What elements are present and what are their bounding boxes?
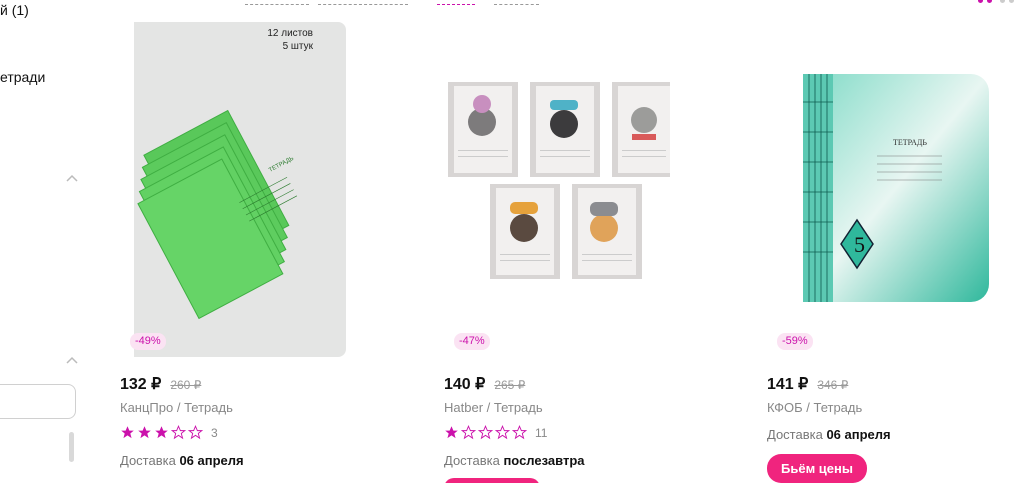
delivery-info: Доставка послезавтра <box>444 453 585 468</box>
discount-badge: -59% <box>777 333 813 350</box>
current-price: 132 ₽ <box>120 376 162 393</box>
old-price: 346 ₽ <box>817 378 849 392</box>
svg-text:5: 5 <box>854 232 865 257</box>
star-empty-icon <box>188 425 203 440</box>
brand-name[interactable]: КФОБ / Тетрадь <box>767 400 862 415</box>
image-caption-2: 5 штук <box>283 41 314 52</box>
product-image[interactable]: 5 ТЕТРАДЬ <box>767 22 993 357</box>
current-price: 140 ₽ <box>444 376 486 393</box>
star-empty-icon <box>171 425 186 440</box>
star-filled-icon <box>138 426 151 439</box>
review-count: 3 <box>211 425 218 440</box>
chevron-up-icon[interactable] <box>66 174 78 186</box>
star-filled-icon <box>121 426 134 439</box>
delivery-date: послезавтра <box>503 453 585 468</box>
filter-item-notebooks[interactable]: етради <box>0 69 45 85</box>
sidebar-scrollbar[interactable] <box>69 432 74 462</box>
promo-button[interactable]: Бьём цены <box>767 454 867 483</box>
chevron-up-icon[interactable] <box>66 356 78 368</box>
discount-badge: -47% <box>454 333 490 350</box>
sort-option-rating[interactable] <box>318 4 408 5</box>
price-block: 132 ₽ 260 ₽ <box>120 374 201 394</box>
old-price: 260 ₽ <box>170 378 202 392</box>
product-card[interactable]: -47% 140 ₽ 265 ₽ Hatber / Тетрадь 11 Дос… <box>444 22 670 483</box>
star-filled-icon <box>155 426 168 439</box>
product-image[interactable] <box>444 22 670 357</box>
filter-search-input[interactable] <box>0 384 76 419</box>
star-empty-icon <box>512 425 527 440</box>
sort-option-new[interactable] <box>494 4 539 5</box>
delivery-label: Доставка <box>120 453 176 468</box>
brand-name[interactable]: КанцПро / Тетрадь <box>120 400 233 415</box>
review-count: 11 <box>535 425 548 440</box>
delivery-date: 06 апреля <box>826 427 891 442</box>
star-empty-icon <box>495 425 510 440</box>
image-caption-1: 12 листов <box>267 28 313 39</box>
sort-option-popular[interactable] <box>245 4 309 5</box>
delivery-label: Доставка <box>767 427 823 442</box>
discount-badge: -49% <box>130 333 166 350</box>
price-block: 141 ₽ 346 ₽ <box>767 374 848 394</box>
product-image[interactable]: 12 листов 5 штук ТЕТРАДЬ <box>120 22 346 357</box>
star-empty-icon <box>461 425 476 440</box>
sort-option-price[interactable] <box>437 4 475 5</box>
old-price: 265 ₽ <box>494 378 526 392</box>
rating-stars[interactable]: 11 <box>444 425 547 440</box>
delivery-label: Доставка <box>444 453 500 468</box>
delivery-info: Доставка 06 апреля <box>120 453 244 468</box>
current-price: 141 ₽ <box>767 376 809 393</box>
rating-stars[interactable]: 3 <box>120 425 218 440</box>
price-block: 140 ₽ 265 ₽ <box>444 374 525 394</box>
filter-item-count[interactable]: й (1) <box>0 2 29 18</box>
delivery-date: 06 апреля <box>179 453 244 468</box>
star-empty-icon <box>478 425 493 440</box>
product-card[interactable]: 12 листов 5 штук ТЕТРАДЬ -49% 132 ₽ 260 … <box>120 22 346 483</box>
delivery-info: Доставка 06 апреля <box>767 427 891 442</box>
view-toggle[interactable] <box>978 0 1014 3</box>
star-filled-icon <box>445 426 458 439</box>
image-label: ТЕТРАДЬ <box>893 138 927 147</box>
promo-button-clipped[interactable] <box>444 478 540 483</box>
product-card[interactable]: 5 ТЕТРАДЬ -59% 141 ₽ 346 ₽ КФОБ / Тетрад… <box>767 22 993 483</box>
brand-name[interactable]: Hatber / Тетрадь <box>444 400 543 415</box>
